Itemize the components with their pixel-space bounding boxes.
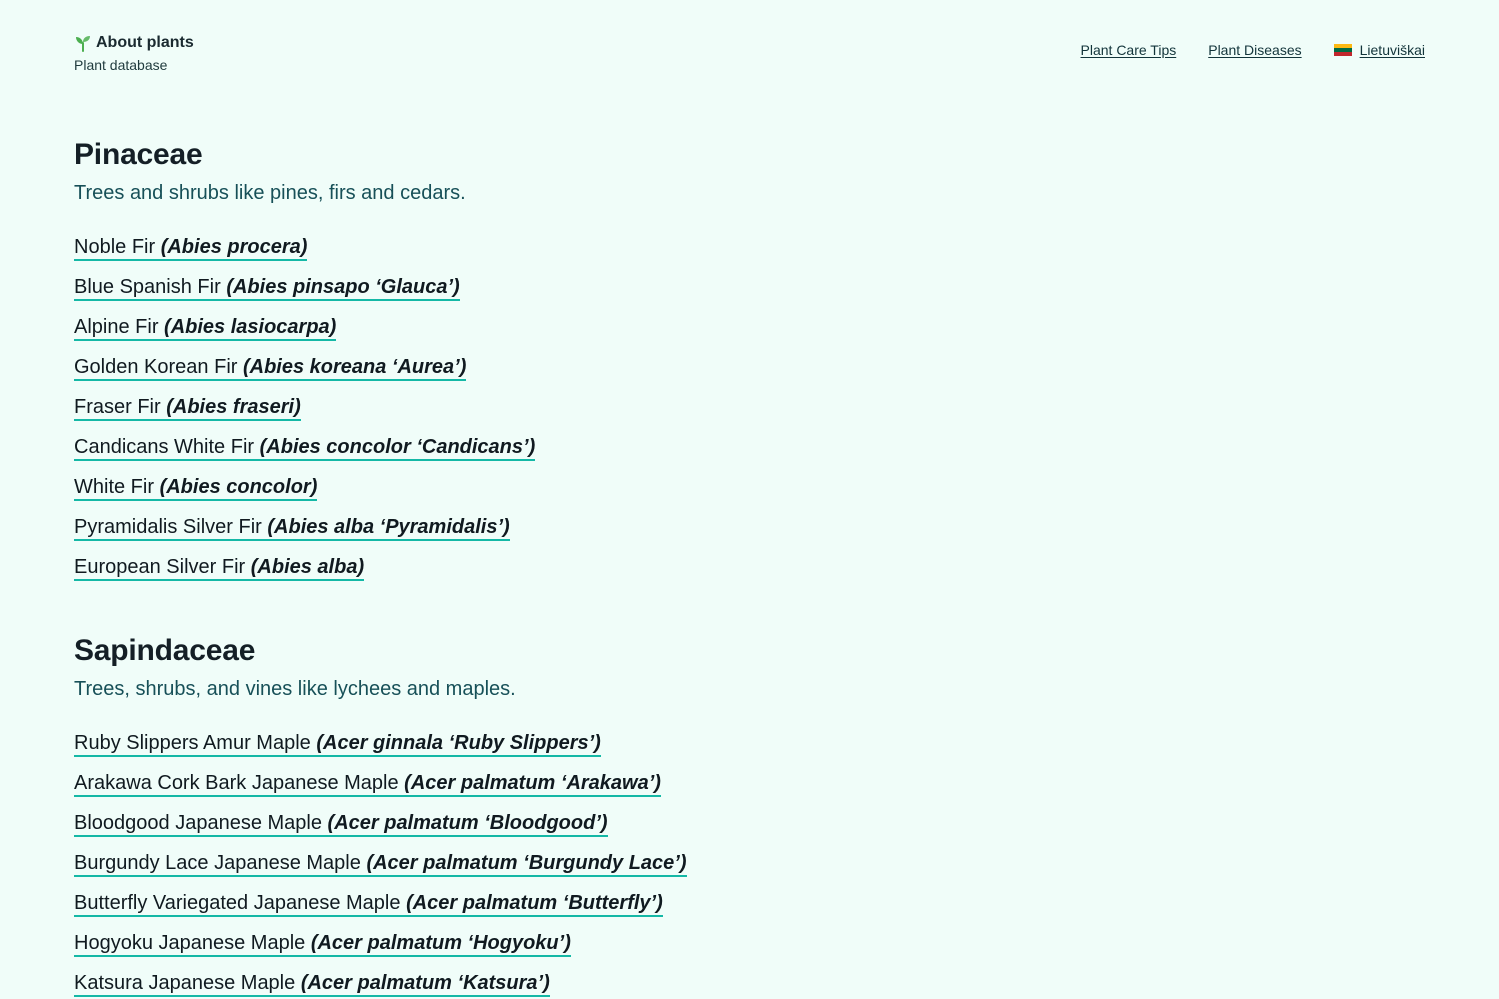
family-title: Pinaceae — [74, 138, 203, 171]
plant-scientific-name: (Acer ginnala ‘Ruby Slippers’) — [316, 732, 601, 754]
sprout-icon — [74, 34, 92, 52]
plant-link[interactable]: European Silver Fir (Abies alba) — [74, 556, 365, 581]
plant-common-name: Arakawa Cork Bark Japanese Maple — [74, 772, 399, 794]
plant-link[interactable]: Bloodgood Japanese Maple (Acer palmatum … — [74, 812, 608, 837]
plant-scientific-name: (Abies alba ‘Pyramidalis’) — [267, 516, 510, 538]
plant-link[interactable]: Burgundy Lace Japanese Maple (Acer palma… — [74, 852, 687, 877]
page: About plants Plant database Plant Care T… — [0, 0, 1499, 999]
plant-link[interactable]: Noble Fir (Abies procera) — [74, 236, 308, 261]
nav-language-switch[interactable]: Lietuviškai — [1333, 42, 1425, 58]
plant-common-name: Golden Korean Fir — [74, 356, 238, 378]
list-item: Burgundy Lace Japanese Maple (Acer palma… — [74, 843, 687, 883]
nav-plant-diseases[interactable]: Plant Diseases — [1208, 42, 1301, 58]
plant-common-name: Fraser Fir — [74, 396, 161, 418]
plant-scientific-name: (Abies pinsapo ‘Glauca’) — [226, 276, 460, 298]
plant-common-name: Noble Fir — [74, 236, 156, 258]
plant-scientific-name: (Abies fraseri) — [166, 396, 301, 418]
plant-link[interactable]: Butterfly Variegated Japanese Maple (Ace… — [74, 892, 663, 917]
list-item: European Silver Fir (Abies alba) — [74, 547, 535, 587]
list-item: Ruby Slippers Amur Maple (Acer ginnala ‘… — [74, 723, 687, 763]
list-item: Hogyoku Japanese Maple (Acer palmatum ‘H… — [74, 923, 687, 963]
plant-common-name: Katsura Japanese Maple — [74, 972, 296, 994]
plant-list: Ruby Slippers Amur Maple (Acer ginnala ‘… — [74, 723, 687, 999]
list-item: Fraser Fir (Abies fraseri) — [74, 387, 535, 427]
plant-link[interactable]: Pyramidalis Silver Fir (Abies alba ‘Pyra… — [74, 516, 510, 541]
plant-common-name: Burgundy Lace Japanese Maple — [74, 852, 361, 874]
language-label: Lietuviškai — [1359, 42, 1425, 58]
list-item: Alpine Fir (Abies lasiocarpa) — [74, 307, 535, 347]
family-description: Trees and shrubs like pines, firs and ce… — [74, 182, 466, 204]
plant-link[interactable]: Arakawa Cork Bark Japanese Maple (Acer p… — [74, 772, 661, 797]
plant-scientific-name: (Acer palmatum ‘Hogyoku’) — [310, 932, 571, 954]
list-item: White Fir (Abies concolor) — [74, 467, 535, 507]
site-header: About plants Plant database Plant Care T… — [74, 0, 1425, 73]
list-item: Arakawa Cork Bark Japanese Maple (Acer p… — [74, 763, 687, 803]
plant-common-name: Blue Spanish Fir — [74, 276, 221, 298]
family-title: Sapindaceae — [74, 634, 256, 667]
brand-title[interactable]: About plants — [74, 34, 194, 52]
plant-link[interactable]: White Fir (Abies concolor) — [74, 476, 318, 501]
plant-scientific-name: (Acer palmatum ‘Katsura’) — [300, 972, 550, 994]
plant-link[interactable]: Ruby Slippers Amur Maple (Acer ginnala ‘… — [74, 732, 601, 757]
plant-common-name: Butterfly Variegated Japanese Maple — [74, 892, 401, 914]
family-section-pinaceae: Pinaceae Trees and shrubs like pines, fi… — [74, 138, 536, 587]
plant-common-name: Hogyoku Japanese Maple — [74, 932, 306, 954]
plant-scientific-name: (Abies concolor) — [159, 476, 318, 498]
list-item: Pyramidalis Silver Fir (Abies alba ‘Pyra… — [74, 507, 535, 547]
top-nav: Plant Care Tips Plant Diseases Lietuvišk… — [1081, 42, 1425, 58]
list-item: Golden Korean Fir (Abies koreana ‘Aurea’… — [74, 347, 535, 387]
nav-plant-care-tips[interactable]: Plant Care Tips — [1081, 42, 1177, 58]
plant-list: Noble Fir (Abies procera) Blue Spanish F… — [74, 227, 536, 587]
plant-scientific-name: (Abies procera) — [160, 236, 308, 258]
plant-common-name: Ruby Slippers Amur Maple — [74, 732, 311, 754]
plant-link[interactable]: Golden Korean Fir (Abies koreana ‘Aurea’… — [74, 356, 467, 381]
plant-scientific-name: (Abies lasiocarpa) — [164, 316, 337, 338]
plant-scientific-name: (Abies concolor ‘Candicans’) — [259, 436, 536, 458]
plant-link[interactable]: Katsura Japanese Maple (Acer palmatum ‘K… — [74, 972, 550, 997]
plant-scientific-name: (Acer palmatum ‘Burgundy Lace’) — [366, 852, 687, 874]
list-item: Bloodgood Japanese Maple (Acer palmatum … — [74, 803, 687, 843]
family-description: Trees, shrubs, and vines like lychees an… — [74, 678, 516, 700]
list-item: Butterfly Variegated Japanese Maple (Ace… — [74, 883, 687, 923]
plant-scientific-name: (Acer palmatum ‘Bloodgood’) — [327, 812, 608, 834]
plant-scientific-name: (Abies koreana ‘Aurea’) — [242, 356, 467, 378]
plant-link[interactable]: Candicans White Fir (Abies concolor ‘Can… — [74, 436, 536, 461]
list-item: Noble Fir (Abies procera) — [74, 227, 535, 267]
plant-link[interactable]: Alpine Fir (Abies lasiocarpa) — [74, 316, 337, 341]
plant-common-name: European Silver Fir — [74, 556, 246, 578]
plant-link[interactable]: Fraser Fir (Abies fraseri) — [74, 396, 301, 421]
plant-scientific-name: (Acer palmatum ‘Butterfly’) — [406, 892, 663, 914]
plant-link[interactable]: Blue Spanish Fir (Abies pinsapo ‘Glauca’… — [74, 276, 460, 301]
plant-common-name: Bloodgood Japanese Maple — [74, 812, 322, 834]
list-item: Blue Spanish Fir (Abies pinsapo ‘Glauca’… — [74, 267, 535, 307]
plant-scientific-name: (Acer palmatum ‘Arakawa’) — [404, 772, 661, 794]
lithuania-flag-icon — [1333, 44, 1352, 56]
plant-common-name: Alpine Fir — [74, 316, 159, 338]
brand[interactable]: About plants Plant database — [74, 34, 194, 73]
brand-subtitle: Plant database — [74, 57, 168, 73]
brand-title-text: About plants — [96, 34, 194, 51]
plant-common-name: Candicans White Fir — [74, 436, 255, 458]
family-section-sapindaceae: Sapindaceae Trees, shrubs, and vines lik… — [74, 634, 687, 999]
plant-common-name: White Fir — [74, 476, 154, 498]
plant-common-name: Pyramidalis Silver Fir — [74, 516, 262, 538]
plant-scientific-name: (Abies alba) — [250, 556, 365, 578]
list-item: Candicans White Fir (Abies concolor ‘Can… — [74, 427, 536, 467]
list-item: Katsura Japanese Maple (Acer palmatum ‘K… — [74, 963, 687, 999]
plant-link[interactable]: Hogyoku Japanese Maple (Acer palmatum ‘H… — [74, 932, 571, 957]
